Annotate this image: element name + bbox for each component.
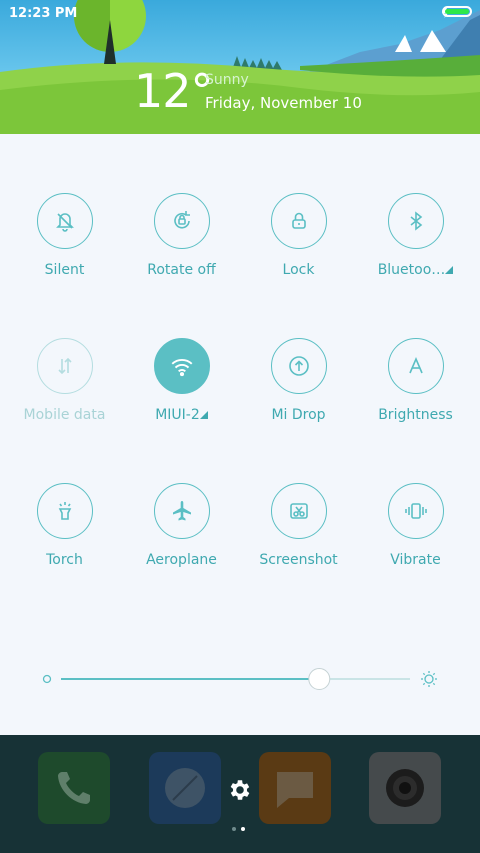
- messages-icon: [277, 772, 313, 808]
- tile-screenshot[interactable]: Screenshot: [240, 483, 357, 568]
- bell-off-icon: [55, 213, 74, 232]
- tile-label: Mobile data: [23, 407, 106, 423]
- lock-icon: [291, 212, 306, 229]
- brightness-slider-graphic[interactable]: [42, 667, 440, 691]
- tile-mi-drop-button[interactable]: [270, 338, 327, 394]
- wifi-icon: [171, 359, 192, 377]
- brightness-high-icon: [421, 671, 437, 687]
- brightness-low-icon: [42, 674, 52, 684]
- phone-app[interactable]: [38, 752, 110, 824]
- tile-bluetooth[interactable]: Bluetoo…: [357, 193, 474, 278]
- tile-brightness[interactable]: Brightness: [357, 338, 474, 423]
- status-icons: [442, 6, 472, 18]
- rotate-lock-icon: [173, 211, 190, 229]
- page-indicator: [232, 827, 245, 831]
- tile-bluetooth-button[interactable]: [387, 193, 444, 249]
- brightness-slider[interactable]: [42, 667, 440, 691]
- tile-vibrate[interactable]: Vibrate: [357, 483, 474, 568]
- expand-corner-icon[interactable]: [199, 411, 208, 419]
- tile-label: Lock: [282, 262, 315, 278]
- tile-rotate-button[interactable]: [153, 193, 210, 249]
- battery-icon: [442, 6, 472, 17]
- tile-mi-drop[interactable]: Mi Drop: [240, 338, 357, 423]
- screenshot-icon: [289, 503, 308, 519]
- tile-aeroplane[interactable]: Aeroplane: [123, 483, 240, 568]
- tile-label-text: MIUI-2: [155, 407, 200, 423]
- tile-label: Mi Drop: [271, 407, 326, 423]
- vibrate-icon: [404, 503, 427, 519]
- tile-label: Screenshot: [259, 552, 338, 568]
- page-dot: [232, 827, 236, 831]
- phone-icon: [58, 772, 90, 804]
- status-time: 12:23 PM: [9, 6, 78, 21]
- gear-icon[interactable]: [227, 777, 253, 803]
- slider-thumb[interactable]: [308, 668, 331, 690]
- tile-lock[interactable]: Lock: [240, 193, 357, 278]
- tile-silent[interactable]: Silent: [6, 193, 123, 278]
- tile-wifi[interactable]: MIUI-2: [123, 338, 240, 423]
- tile-wifi-button[interactable]: [153, 338, 210, 394]
- browser-icon: [165, 768, 205, 808]
- tile-torch[interactable]: Torch: [6, 483, 123, 568]
- tile-lock-button[interactable]: [270, 193, 327, 249]
- battery-fill: [445, 9, 469, 14]
- tile-aeroplane-button[interactable]: [153, 483, 210, 539]
- tile-label: Rotate off: [147, 262, 216, 278]
- mi-drop-icon: [288, 356, 309, 376]
- camera-icon: [386, 769, 424, 807]
- tile-torch-button[interactable]: [36, 483, 93, 539]
- airplane-icon: [172, 501, 191, 521]
- torch-icon: [58, 502, 71, 520]
- tile-mobile-data-button[interactable]: [36, 338, 93, 394]
- page-dot-active: [241, 827, 245, 831]
- tile-label: Torch: [46, 552, 83, 568]
- messages-app[interactable]: [259, 752, 331, 824]
- browser-app[interactable]: [149, 752, 221, 824]
- tile-label: Silent: [44, 262, 85, 278]
- tile-screenshot-button[interactable]: [270, 483, 327, 539]
- tile-label: Aeroplane: [146, 552, 217, 568]
- tile-label: Vibrate: [390, 552, 441, 568]
- tile-brightness-button[interactable]: [387, 338, 444, 394]
- camera-app[interactable]: [369, 752, 441, 824]
- tile-label: Brightness: [378, 407, 453, 423]
- weather-condition: Sunny: [205, 72, 249, 88]
- auto-brightness-icon: [408, 356, 423, 374]
- tile-label-text: Bluetoo…: [377, 262, 446, 278]
- weather-header[interactable]: 12:23 PM 12° Sunny Friday, November 10: [0, 0, 480, 134]
- tile-vibrate-button[interactable]: [387, 483, 444, 539]
- weather-date: Friday, November 10: [205, 94, 362, 112]
- tile-label: Bluetoo…: [357, 262, 474, 278]
- tile-label: MIUI-2: [123, 407, 240, 423]
- weather-temperature: 12°: [134, 64, 214, 118]
- tile-silent-button[interactable]: [36, 193, 93, 249]
- tile-rotate[interactable]: Rotate off: [123, 193, 240, 278]
- mobile-data-icon: [57, 357, 72, 375]
- expand-corner-icon[interactable]: [445, 266, 454, 274]
- bluetooth-icon: [410, 211, 422, 231]
- tile-mobile-data[interactable]: Mobile data: [6, 338, 123, 423]
